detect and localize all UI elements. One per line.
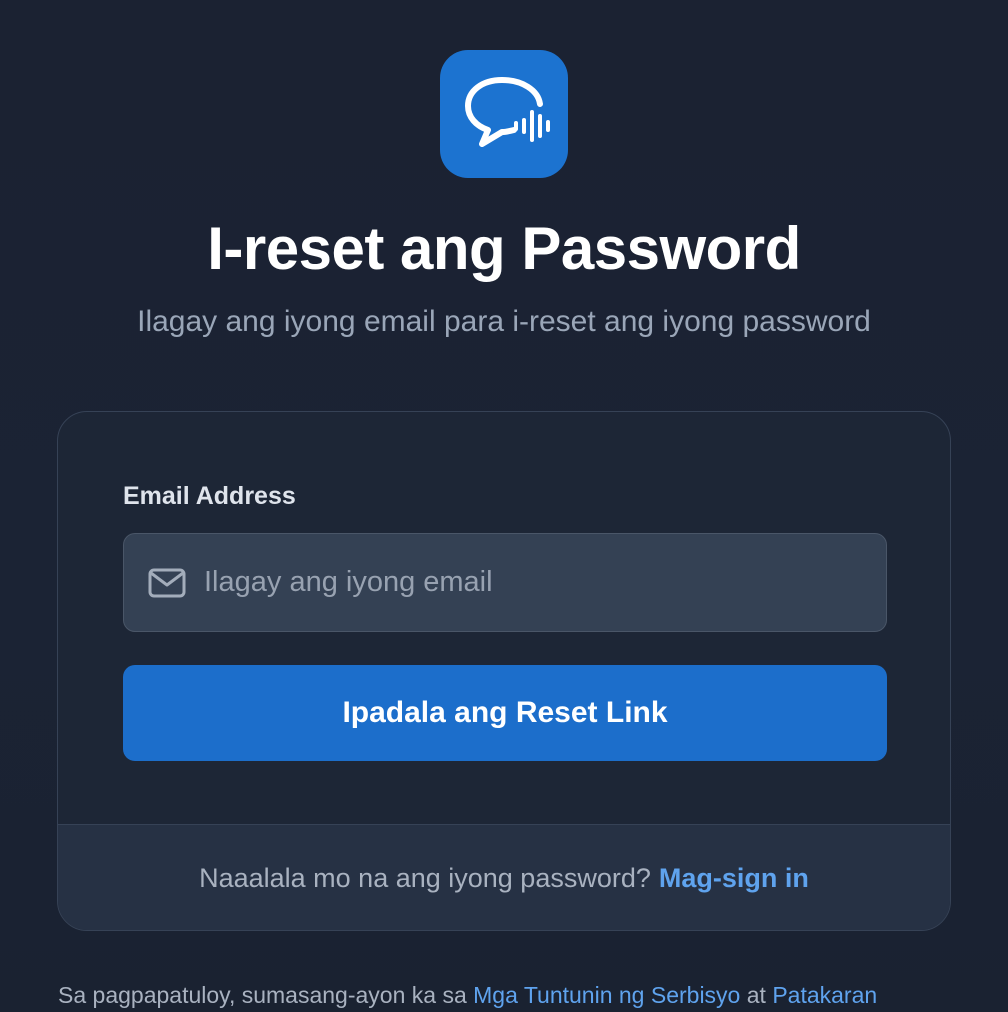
privacy-policy-link[interactable]: Patakaran (772, 982, 877, 1008)
send-reset-link-button[interactable]: Ipadala ang Reset Link (123, 665, 887, 761)
card-footer: Naaalala mo na ang iyong password? Mag-s… (58, 824, 950, 930)
mail-icon (148, 568, 186, 598)
remember-password-text: Naaalala mo na ang iyong password? (199, 863, 651, 893)
terms-of-service-link[interactable]: Mga Tuntunin ng Serbisyo (473, 982, 740, 1008)
sign-in-link[interactable]: Mag-sign in (659, 863, 809, 894)
email-field-wrapper[interactable] (123, 533, 887, 632)
reset-card: Email Address Ipadala ang Reset Link Naa… (57, 411, 951, 931)
terms-conjunction: at (746, 982, 766, 1008)
page-subtitle: Ilagay ang iyong email para i-reset ang … (137, 305, 871, 338)
chat-voice-icon (465, 77, 550, 147)
terms-prefix: Sa pagpapatuloy, sumasang-ayon ka sa (58, 982, 467, 1008)
terms-notice: Sa pagpapatuloy, sumasang-ayon ka sa Mga… (58, 982, 877, 1009)
email-label: Email Address (123, 482, 296, 510)
page-title: I-reset ang Password (207, 215, 801, 282)
app-logo (440, 50, 568, 178)
email-input[interactable] (204, 534, 886, 631)
